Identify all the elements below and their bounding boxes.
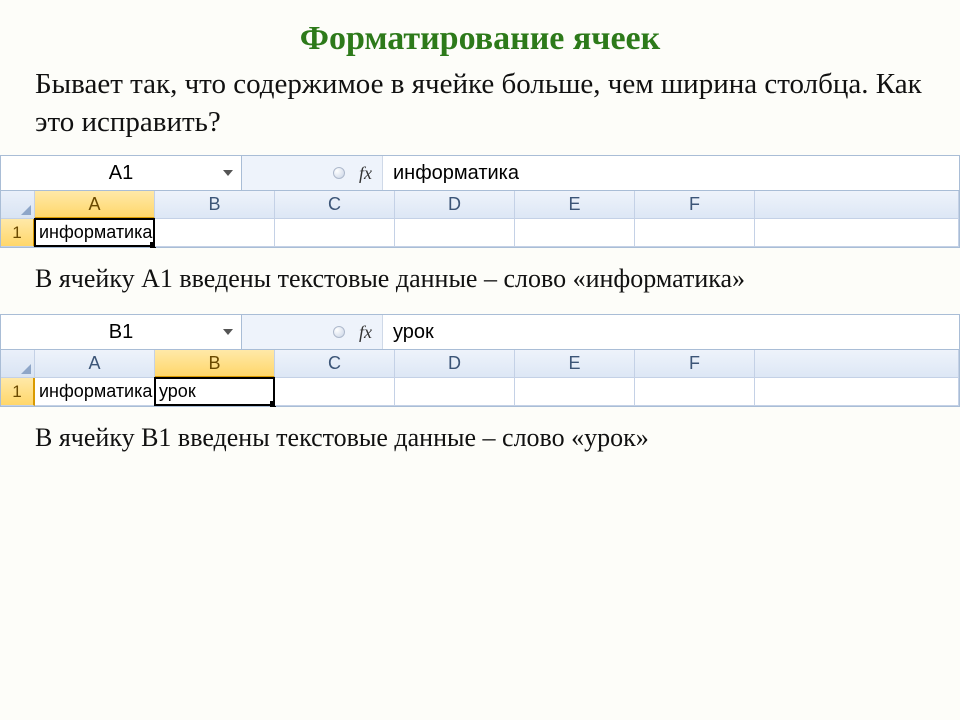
col-head-B[interactable]: B	[155, 191, 275, 219]
col-head-F[interactable]: F	[635, 350, 755, 378]
chevron-down-icon	[223, 329, 233, 335]
name-box-value: B1	[109, 321, 133, 344]
cell-F1[interactable]	[635, 378, 755, 406]
fx-icon[interactable]: fx	[359, 322, 372, 343]
cell-B1[interactable]	[155, 219, 275, 247]
row-1: 1 информатика урок	[1, 378, 959, 406]
formula-bar-row: A1 fx информатика	[0, 155, 960, 191]
select-all-corner[interactable]	[1, 191, 35, 219]
col-head-C[interactable]: C	[275, 350, 395, 378]
cell-B1-text: урок	[159, 381, 196, 402]
cell-A1-text: информатика	[39, 222, 152, 243]
col-head-F[interactable]: F	[635, 191, 755, 219]
row-head-1[interactable]: 1	[1, 219, 35, 247]
cancel-icon[interactable]	[333, 167, 345, 179]
col-head-A[interactable]: A	[35, 350, 155, 378]
col-head-D[interactable]: D	[395, 350, 515, 378]
column-headers: A B C D E F	[1, 191, 959, 219]
cell-rest	[755, 219, 959, 247]
name-box[interactable]: B1	[1, 315, 242, 349]
name-box[interactable]: A1	[1, 156, 242, 190]
row-head-1[interactable]: 1	[1, 378, 35, 406]
grid: A B C D E F 1 информатика	[0, 191, 960, 248]
grid: A B C D E F 1 информатика урок	[0, 350, 960, 407]
cell-C1[interactable]	[275, 219, 395, 247]
cell-F1[interactable]	[635, 219, 755, 247]
cell-C1[interactable]	[275, 378, 395, 406]
slide-title: Форматирование ячеек	[35, 20, 925, 58]
select-all-corner[interactable]	[1, 350, 35, 378]
formula-input[interactable]: урок	[383, 315, 959, 349]
intro-text: Бывает так, что содержимое в ячейке боль…	[35, 66, 925, 141]
cell-D1[interactable]	[395, 378, 515, 406]
formula-value: урок	[393, 321, 434, 344]
formula-bar-buttons: fx	[242, 315, 383, 349]
col-head-E[interactable]: E	[515, 350, 635, 378]
fx-icon[interactable]: fx	[359, 163, 372, 184]
row-1: 1 информатика	[1, 219, 959, 247]
cell-E1[interactable]	[515, 219, 635, 247]
col-head-C[interactable]: C	[275, 191, 395, 219]
cell-D1[interactable]	[395, 219, 515, 247]
excel-snippet-1: A1 fx информатика A B C D E F 1 информат…	[0, 155, 960, 248]
cancel-icon[interactable]	[333, 326, 345, 338]
caption-1: В ячейку А1 введены текстовые данные – с…	[35, 262, 925, 296]
column-headers: A B C D E F	[1, 350, 959, 378]
col-head-A[interactable]: A	[35, 191, 155, 219]
col-head-E[interactable]: E	[515, 191, 635, 219]
excel-snippet-2: B1 fx урок A B C D E F 1 информатика	[0, 314, 960, 407]
cell-A1-text: информатика	[39, 381, 152, 402]
col-head-D[interactable]: D	[395, 191, 515, 219]
caption-2: В ячейку В1 введены текстовые данные – с…	[35, 421, 925, 455]
chevron-down-icon	[223, 170, 233, 176]
cell-rest	[755, 378, 959, 406]
col-head-B[interactable]: B	[155, 350, 275, 378]
cell-B1[interactable]: урок	[155, 378, 275, 406]
cell-A1[interactable]: информатика	[35, 219, 155, 247]
col-head-rest	[755, 191, 959, 219]
cell-A1[interactable]: информатика	[35, 378, 155, 406]
col-head-rest	[755, 350, 959, 378]
formula-input[interactable]: информатика	[383, 156, 959, 190]
formula-bar-buttons: fx	[242, 156, 383, 190]
formula-bar-row: B1 fx урок	[0, 314, 960, 350]
cell-E1[interactable]	[515, 378, 635, 406]
name-box-value: A1	[109, 162, 133, 185]
formula-value: информатика	[393, 162, 519, 185]
